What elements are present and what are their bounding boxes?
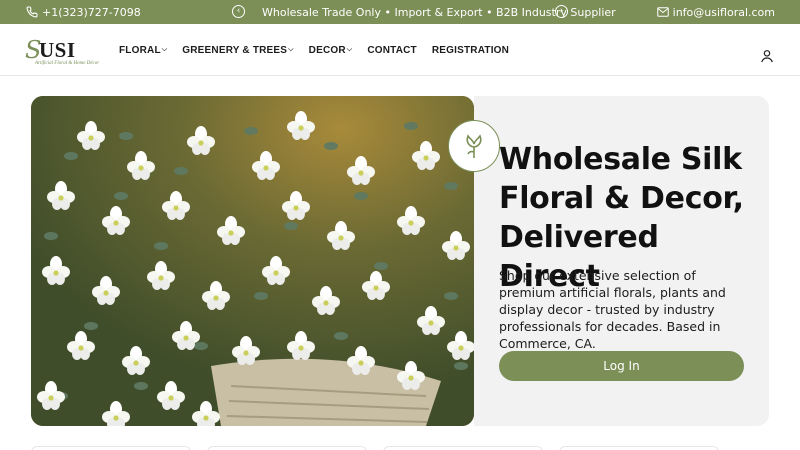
chevron-left-circle-icon[interactable]: ‹ — [232, 5, 245, 18]
category-card[interactable] — [383, 446, 543, 450]
site-logo[interactable]: S USI Artificial Floral & Home Décor — [25, 38, 117, 70]
hero-image — [31, 96, 474, 426]
announcement-bar: +1(323)727-7098 ‹ Wholesale Trade Only •… — [0, 0, 800, 24]
brand-badge — [448, 120, 500, 172]
phone-number: +1(323)727-7098 — [42, 5, 141, 19]
nav-item-floral[interactable]: FLORAL ⌵ — [119, 45, 167, 56]
phone-icon — [26, 6, 38, 18]
nav-item-contact[interactable]: CONTACT — [367, 45, 417, 56]
nav-item-greenery-trees[interactable]: GREENERY & TREES ⌵ — [182, 45, 293, 56]
nav-item-decor[interactable]: DECOR ⌵ — [309, 45, 353, 56]
category-card[interactable] — [559, 446, 719, 450]
user-icon[interactable] — [759, 48, 775, 64]
flower-emblem-icon — [466, 134, 482, 158]
chevron-right-circle-icon[interactable]: › — [555, 5, 568, 18]
mail-icon — [656, 7, 669, 17]
chevron-down-icon: ⌵ — [288, 46, 294, 53]
logo-text: USI — [39, 38, 76, 62]
nav-label: DECOR — [308, 44, 346, 56]
nav-label: CONTACT — [367, 44, 417, 56]
nav-label: GREENERY & TREES — [182, 44, 288, 56]
nav-item-registration[interactable]: REGISTRATION — [432, 45, 509, 56]
nav-label: FLORAL — [119, 44, 161, 56]
phone-link[interactable]: +1(323)727-7098 — [26, 0, 141, 24]
logo-tagline: Artificial Floral & Home Décor — [35, 61, 100, 66]
nav-label: REGISTRATION — [431, 44, 510, 56]
category-card[interactable] — [31, 446, 191, 450]
chevron-down-icon: ⌵ — [161, 46, 168, 53]
login-button[interactable]: Log In — [499, 351, 744, 381]
email-link[interactable]: info@usifloral.com — [656, 0, 775, 24]
hero-description: Shop our extensive selection of premium … — [499, 268, 726, 351]
category-card[interactable] — [207, 446, 367, 450]
site-header: S USI Artificial Floral & Home Décor FLO… — [0, 24, 800, 76]
main-nav: FLORAL ⌵ GREENERY & TREES ⌵ DECOR ⌵ CONTACT… — [119, 24, 509, 76]
chevron-down-icon: ⌵ — [346, 46, 353, 53]
email-address: info@usifloral.com — [672, 5, 775, 19]
